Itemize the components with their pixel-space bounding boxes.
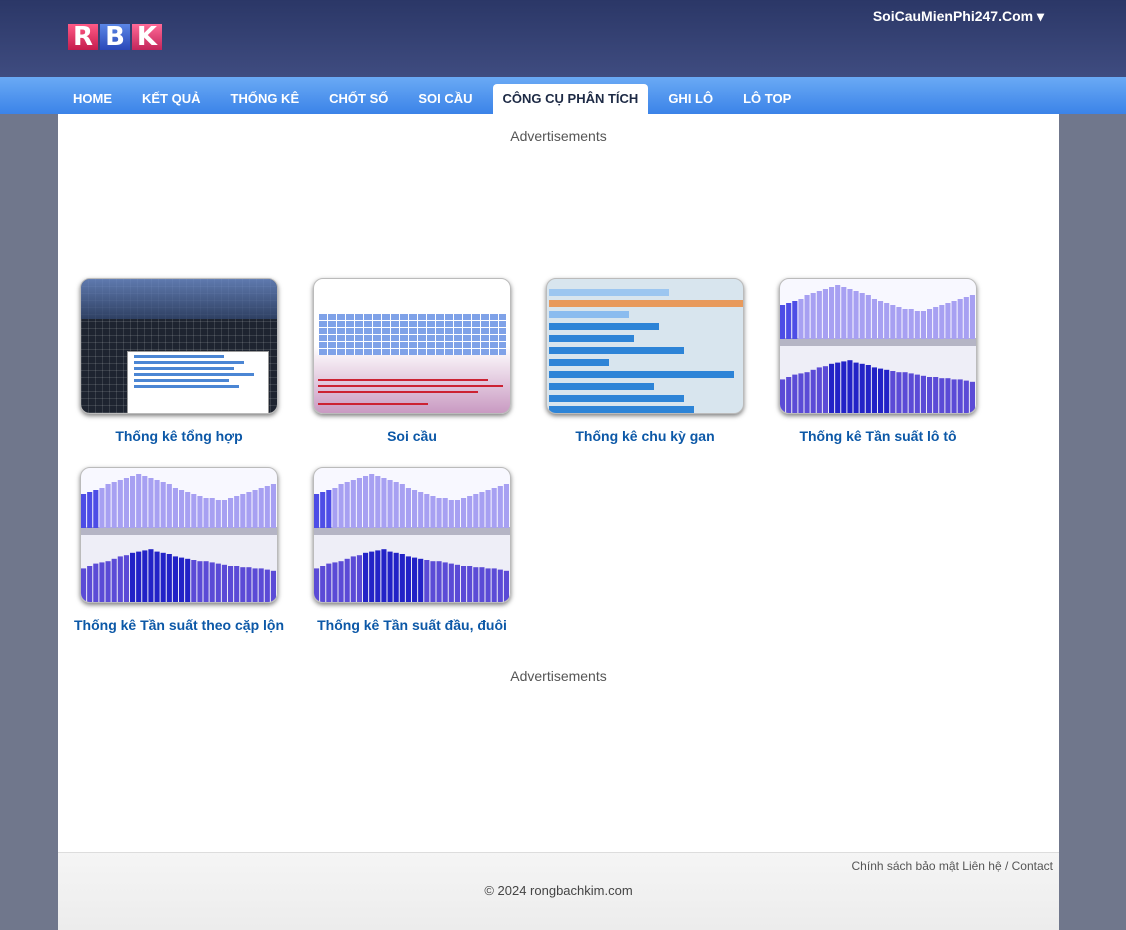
logo-letter-b: B xyxy=(100,24,130,50)
tool-card-dau-duoi[interactable]: Thống kê Tần suất đầu, đuôi xyxy=(297,467,527,633)
main-nav: HOME KẾT QUẢ THỐNG KÊ CHỐT SỐ SOI CẦU CÔ… xyxy=(0,77,1126,114)
copyright-text: © 2024 rongbachkim.com xyxy=(484,883,633,898)
nav-ket-qua[interactable]: KẾT QUẢ xyxy=(127,84,216,114)
tool-card-soi-cau[interactable]: Soi cầu xyxy=(297,278,527,444)
nav-soi-cau[interactable]: SOI CẦU xyxy=(403,84,487,114)
nav-home[interactable]: HOME xyxy=(58,84,127,114)
logo-letter-r: R xyxy=(68,24,98,50)
tool-title[interactable]: Thống kê Tần suất lô tô xyxy=(763,428,993,444)
partner-site-dropdown[interactable]: SoiCauMienPhi247.Com ▾ xyxy=(873,8,1044,25)
tool-title[interactable]: Thống kê Tần suất đầu, đuôi xyxy=(297,617,527,633)
number-table-thumbnail[interactable] xyxy=(313,278,511,414)
nav-lo-top[interactable]: LÔ TOP xyxy=(728,84,806,114)
site-header: R B K SoiCauMienPhi247.Com ▾ xyxy=(0,0,1126,77)
nav-thong-ke[interactable]: THỐNG KÊ xyxy=(216,84,315,114)
tool-title[interactable]: Thống kê chu kỳ gan xyxy=(530,428,760,444)
tool-card-tong-hop[interactable]: Thống kê tổng hợp xyxy=(64,278,294,444)
site-logo[interactable]: R B K xyxy=(68,24,162,50)
grid-stats-thumbnail[interactable] xyxy=(80,278,278,414)
ads-label-bottom: Advertisements xyxy=(510,668,607,684)
main-content: Advertisements Thống kê tổng hợp Soi cầu xyxy=(58,114,1059,852)
logo-letter-k: K xyxy=(132,24,162,50)
tool-title[interactable]: Soi cầu xyxy=(297,428,527,444)
footer-links: Chính sách bảo mật Liên hệ / Contact xyxy=(852,859,1053,873)
gan-bars-thumbnail[interactable] xyxy=(546,278,744,414)
nav-cong-cu-phan-tich[interactable]: CÔNG CỤ PHÂN TÍCH xyxy=(492,84,649,114)
tool-card-cap-lon[interactable]: Thống kê Tần suất theo cặp lộn xyxy=(64,467,294,633)
contact-link[interactable]: Liên hệ / Contact xyxy=(962,859,1053,873)
tool-title[interactable]: Thống kê tổng hợp xyxy=(64,428,294,444)
privacy-link[interactable]: Chính sách bảo mật xyxy=(852,859,959,873)
tool-card-tan-suat-lo-to[interactable]: Thống kê Tần suất lô tô xyxy=(763,278,993,444)
frequency-chart-thumbnail[interactable] xyxy=(779,278,977,414)
tool-title[interactable]: Thống kê Tần suất theo cặp lộn xyxy=(64,617,294,633)
tool-card-chu-ky-gan[interactable]: Thống kê chu kỳ gan xyxy=(530,278,760,444)
ads-label-top: Advertisements xyxy=(510,128,607,144)
nav-chot-so[interactable]: CHỐT SỐ xyxy=(314,84,403,114)
frequency-chart-thumbnail[interactable] xyxy=(80,467,278,603)
site-footer: Chính sách bảo mật Liên hệ / Contact © 2… xyxy=(58,852,1059,930)
frequency-chart-thumbnail[interactable] xyxy=(313,467,511,603)
nav-ghi-lo[interactable]: GHI LÔ xyxy=(653,84,728,114)
